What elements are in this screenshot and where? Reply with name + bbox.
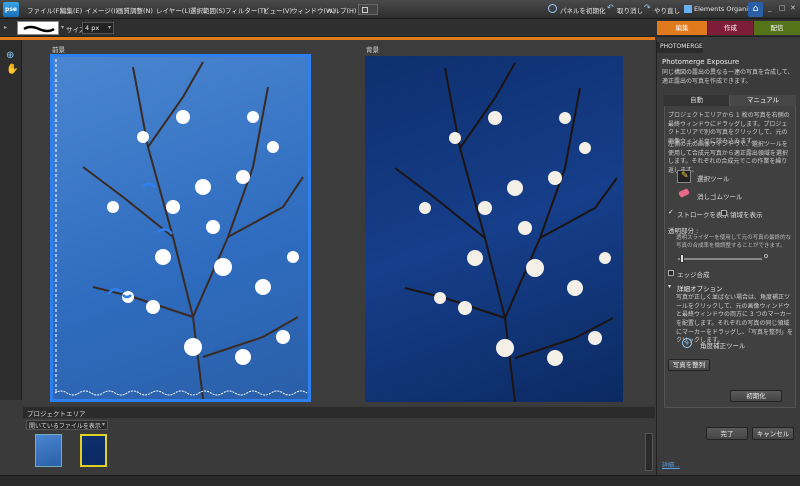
opacity-hint: 透明スライダーを使用して元の写真の最終的な写真の合成率を微調整することができます… [676, 235, 792, 249]
advanced-options-text: 写真が正しく並ばない場合は、角度補正ツールをクリックして、元の画像ウィンドウと最… [676, 294, 794, 345]
pencil-icon: ✎ [681, 171, 689, 181]
panel-description: 同じ構図の露出の異なる一連の写真を合成して、適正露出の写真を作成できます。 [662, 69, 794, 85]
edge-blend-label: エッジ合成 [677, 271, 710, 279]
size-value: 4 px [85, 24, 100, 32]
minimize-icon[interactable]: _ [768, 4, 772, 12]
menu-filter[interactable]: フィルター(T) [225, 5, 266, 15]
help-link[interactable]: 詳細... [662, 460, 680, 469]
grid-icon [362, 7, 368, 13]
final-image-window[interactable] [365, 56, 623, 402]
advanced-options-label[interactable]: 詳細オプション [677, 283, 723, 293]
hand-tool-icon[interactable]: ✋ [6, 64, 18, 75]
size-dropdown-icon: ▾ [107, 24, 111, 31]
show-regions-checkbox[interactable] [721, 210, 727, 216]
size-field[interactable]: 4 px ▾ [82, 22, 114, 34]
reset-panels-icon [548, 4, 557, 13]
zoom-tool-icon[interactable]: ⊕ [6, 50, 14, 61]
expand-icon[interactable]: ▾ [668, 283, 671, 290]
brush-preview[interactable] [17, 21, 59, 35]
eraser-tool-button[interactable] [677, 187, 691, 200]
undo-button[interactable]: 取り消し [617, 5, 643, 15]
selection-tool-button[interactable]: ✎ [677, 170, 691, 183]
menu-enhance[interactable]: 画質調整(N) [117, 5, 153, 15]
reset-panels-button[interactable]: パネルを初期化 [560, 5, 606, 15]
done-button[interactable]: 完了 [706, 427, 748, 440]
menu-layer[interactable]: レイヤー(L) [156, 5, 191, 15]
chevron-down-icon: ▾ [101, 421, 105, 428]
background-label: 背景 [366, 46, 379, 54]
show-regions-label: 領域を表示 [730, 211, 763, 219]
app-logo: pse [3, 2, 19, 17]
cancel-button[interactable]: キャンセル [752, 427, 794, 440]
selection-tool-label: 選択ツール [697, 175, 730, 183]
tool-preset-icon[interactable]: ▸ [4, 24, 7, 31]
eraser-icon [678, 188, 690, 198]
alignment-tool-icon[interactable]: + [682, 338, 692, 348]
tab-create[interactable]: 作成 [708, 21, 753, 35]
brush-dropdown-icon[interactable]: ▾ [61, 24, 64, 31]
opacity-label: 透明部分 : [668, 227, 699, 235]
source-image-window[interactable] [50, 54, 311, 402]
opacity-slider-track[interactable] [678, 258, 762, 260]
panel-title: Photomerge Exposure [662, 58, 740, 66]
project-bin-title: プロジェクトエリア [27, 410, 86, 418]
thumbnail-background[interactable] [80, 434, 107, 467]
thumbnail-foreground[interactable] [35, 434, 62, 467]
edge-blend-checkbox[interactable] [668, 270, 674, 276]
project-bin-scrollbar[interactable] [645, 433, 653, 471]
panel-tab[interactable]: PHOTOMERGE [657, 42, 703, 53]
project-bin-header [23, 407, 655, 418]
show-strokes-checkbox[interactable]: ✓ [668, 208, 674, 216]
menu-edit[interactable]: 編集(E) [60, 5, 82, 15]
project-bin-dropdown[interactable]: 開いているファイルを表示 ▾ [26, 420, 108, 430]
home-icon[interactable]: ⌂ [748, 2, 763, 17]
menu-image[interactable]: イメージ(I) [85, 5, 118, 15]
eraser-tool-label: 消しゴムツール [697, 193, 743, 201]
alignment-tool-label: 角度補正ツール [700, 342, 746, 350]
undo-icon: ↶ [607, 3, 614, 12]
redo-icon: ↷ [644, 3, 651, 12]
workspace-button[interactable] [358, 4, 378, 15]
tab-manual[interactable]: マニュアル [730, 95, 796, 106]
toolbox [0, 40, 22, 400]
tab-edit[interactable]: 編集 [657, 21, 707, 35]
redo-button[interactable]: やり直し [654, 5, 680, 15]
reset-button[interactable]: 初期化 [730, 390, 782, 402]
menu-help[interactable]: ヘルプ(H) [327, 5, 356, 15]
close-icon[interactable]: ✕ [790, 4, 796, 12]
tab-auto[interactable]: 自動 [664, 95, 730, 106]
menu-file[interactable]: ファイル(F) [27, 5, 62, 15]
menu-select[interactable]: 選択範囲(S) [190, 5, 225, 15]
organizer-icon [684, 5, 692, 13]
foreground-label: 前景 [52, 46, 65, 54]
opacity-slider-thumb[interactable] [680, 254, 685, 263]
align-photos-button[interactable]: 写真を整列 [668, 359, 710, 371]
tab-share[interactable]: 配信 [754, 21, 800, 35]
maximize-icon[interactable]: □ [779, 4, 786, 12]
status-bar [0, 475, 800, 486]
menu-view[interactable]: ビュー(V) [263, 5, 292, 15]
opacity-max-icon [764, 254, 768, 258]
